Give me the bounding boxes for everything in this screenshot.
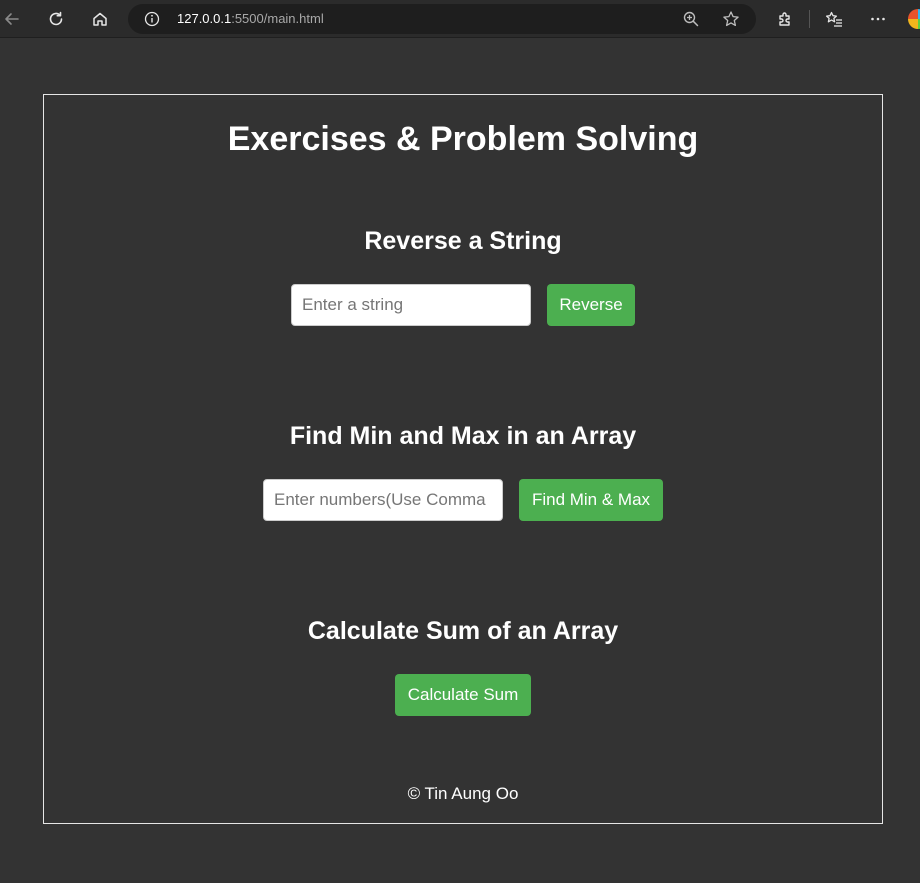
footer-copyright: © Tin Aung Oo xyxy=(407,784,519,803)
back-arrow-icon[interactable] xyxy=(0,7,24,31)
main-container: Exercises & Problem Solving Reverse a St… xyxy=(43,94,883,824)
reload-icon[interactable] xyxy=(44,7,68,31)
calculate-sum-button[interactable]: Calculate Sum xyxy=(395,674,531,716)
more-menu-icon[interactable] xyxy=(866,7,890,31)
favorites-list-icon[interactable] xyxy=(822,7,846,31)
home-icon[interactable] xyxy=(88,7,112,31)
zoom-icon[interactable] xyxy=(682,10,700,28)
copilot-icon[interactable] xyxy=(908,9,920,29)
url-path: :5500/main.html xyxy=(231,11,324,26)
find-min-max-button[interactable]: Find Min & Max xyxy=(519,479,663,521)
browser-toolbar: 127.0.0.1:5500/main.html xyxy=(0,0,920,38)
url-text: 127.0.0.1:5500/main.html xyxy=(177,11,324,27)
sum-section-heading: Calculate Sum of an Array xyxy=(307,617,619,645)
reverse-button[interactable]: Reverse xyxy=(547,284,635,326)
url-host: 127.0.0.1 xyxy=(177,11,232,26)
favorite-star-icon[interactable] xyxy=(722,10,740,28)
numbers-input[interactable] xyxy=(263,479,503,521)
page-title: Exercises & Problem Solving xyxy=(227,120,699,158)
toolbar-divider xyxy=(809,10,810,28)
address-bar[interactable]: 127.0.0.1:5500/main.html xyxy=(128,4,756,34)
extensions-puzzle-icon[interactable] xyxy=(773,7,797,31)
minmax-section-heading: Find Min and Max in an Array xyxy=(289,422,637,450)
site-info-icon[interactable] xyxy=(144,11,160,27)
reverse-section-heading: Reverse a String xyxy=(364,227,562,255)
reverse-string-input[interactable] xyxy=(291,284,531,326)
